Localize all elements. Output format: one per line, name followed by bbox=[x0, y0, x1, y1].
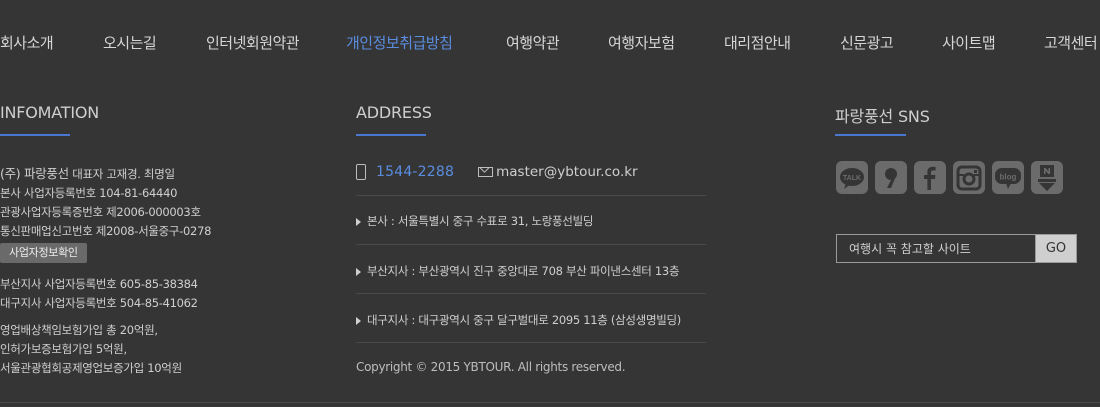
mail-icon bbox=[478, 167, 494, 177]
nav-customer-center[interactable]: 고객센터 bbox=[1044, 32, 1098, 53]
recommended-site-input[interactable] bbox=[837, 235, 1035, 262]
nav-travel-insurance[interactable]: 여행자보험 bbox=[608, 32, 675, 53]
divider bbox=[356, 293, 706, 294]
kakaotalk-icon[interactable]: TALK bbox=[836, 161, 868, 194]
info-line: 대구지사 사업자등록번호 504-85-41062 bbox=[0, 296, 198, 310]
go-button[interactable]: GO bbox=[1035, 235, 1076, 262]
address-title-underline bbox=[356, 134, 426, 136]
kakaotalk-glyph: TALK bbox=[840, 167, 864, 189]
branch-text: 부산지사 : 부산광역시 진구 중앙대로 708 부산 파이낸스센터 13층 bbox=[367, 264, 680, 278]
branch-text: 대구지사 : 대구광역시 중구 달구벌대로 2095 11층 (삼성생명빌딩) bbox=[367, 313, 681, 327]
facebook-icon[interactable] bbox=[914, 161, 946, 194]
nav-privacy-policy[interactable]: 개인정보취급방침 bbox=[346, 32, 453, 53]
company-name: (주) 파랑풍선 bbox=[0, 166, 69, 181]
divider bbox=[356, 342, 706, 343]
company-info: (주) 파랑풍선 대표자 고재경. 최명일 본사 사업자등록번호 104-81-… bbox=[0, 164, 211, 378]
nav-company-intro[interactable]: 회사소개 bbox=[0, 32, 54, 53]
kakaostory-glyph bbox=[885, 167, 897, 188]
bottom-divider bbox=[0, 402, 1100, 403]
kakaostory-icon[interactable] bbox=[875, 161, 907, 194]
contact-row: 1544-2288 master@ybtour.co.kr bbox=[356, 164, 638, 180]
phone-icon bbox=[356, 164, 366, 180]
kakaotalk-text: TALK bbox=[843, 175, 861, 182]
copyright-text: Copyright © 2015 YBTOUR. All rights rese… bbox=[356, 360, 626, 374]
info-line: 관광사업자등록증번호 제2006-000003호 bbox=[0, 205, 201, 219]
info-line: 본사 사업자등록번호 104-81-64440 bbox=[0, 186, 178, 200]
blog-icon[interactable]: blog bbox=[992, 161, 1024, 194]
info-line: 서울관광협회공제영업보증가입 10억원 bbox=[0, 361, 182, 375]
phone-number[interactable]: 1544-2288 bbox=[376, 164, 454, 180]
naver-post-glyph bbox=[1038, 164, 1056, 191]
nav-travel-terms[interactable]: 여행약관 bbox=[506, 32, 560, 53]
address-title: ADDRESS bbox=[356, 103, 432, 122]
branch-address: 대구지사 : 대구광역시 중구 달구벌대로 2095 11층 (삼성생명빌딩) bbox=[356, 312, 681, 328]
ceo-text: 대표자 고재경. 최명일 bbox=[72, 167, 175, 181]
nav-sitemap[interactable]: 사이트맵 bbox=[942, 32, 996, 53]
recommended-site-search: GO bbox=[836, 234, 1077, 263]
sns-title: 파랑풍선 SNS bbox=[835, 107, 930, 126]
instagram-glyph bbox=[956, 165, 982, 190]
business-info-button[interactable]: 사업자정보확인 bbox=[0, 243, 87, 263]
nav-agency-info[interactable]: 대리점안내 bbox=[724, 32, 791, 53]
company-line: (주) 파랑풍선 대표자 고재경. 최명일 bbox=[0, 164, 211, 184]
sns-icons: TALK blog bbox=[836, 161, 1063, 194]
footer-nav: 회사소개 오시는길 인터넷회원약관 개인정보취급방침 여행약관 여행자보험 대리… bbox=[0, 0, 1100, 88]
instagram-icon[interactable] bbox=[953, 161, 985, 194]
info-line: 영업배상책임보험가입 총 20억원, bbox=[0, 323, 158, 337]
info-line: 통신판매업신고번호 제2008-서울중구-0278 bbox=[0, 224, 212, 238]
blog-glyph: blog bbox=[995, 167, 1021, 189]
sns-title-underline bbox=[835, 134, 906, 136]
triangle-bullet-icon bbox=[356, 316, 361, 325]
nav-newspaper-ads[interactable]: 신문광고 bbox=[840, 32, 894, 53]
info-line: 부산지사 사업자등록번호 605-85-38384 bbox=[0, 277, 198, 291]
triangle-bullet-icon bbox=[356, 267, 361, 276]
nav-directions[interactable]: 오시는길 bbox=[103, 32, 157, 53]
triangle-bullet-icon bbox=[356, 217, 361, 226]
branch-address: 본사 : 서울특별시 중구 수표로 31, 노랑풍선빌딩 bbox=[356, 213, 593, 229]
divider bbox=[356, 244, 706, 245]
info-title-underline bbox=[0, 134, 70, 136]
branch-text: 본사 : 서울특별시 중구 수표로 31, 노랑풍선빌딩 bbox=[367, 214, 594, 228]
info-line: 인허가보증보험가입 5억원, bbox=[0, 342, 127, 356]
branch-address: 부산지사 : 부산광역시 진구 중앙대로 708 부산 파이낸스센터 13층 bbox=[356, 263, 680, 279]
divider bbox=[356, 195, 706, 196]
info-title: INFOMATION bbox=[0, 103, 100, 122]
email-address[interactable]: master@ybtour.co.kr bbox=[496, 164, 637, 180]
nav-member-terms[interactable]: 인터넷회원약관 bbox=[206, 32, 300, 53]
facebook-glyph bbox=[924, 166, 936, 190]
blog-text: blog bbox=[1000, 172, 1017, 181]
naver-post-icon[interactable] bbox=[1031, 161, 1063, 194]
